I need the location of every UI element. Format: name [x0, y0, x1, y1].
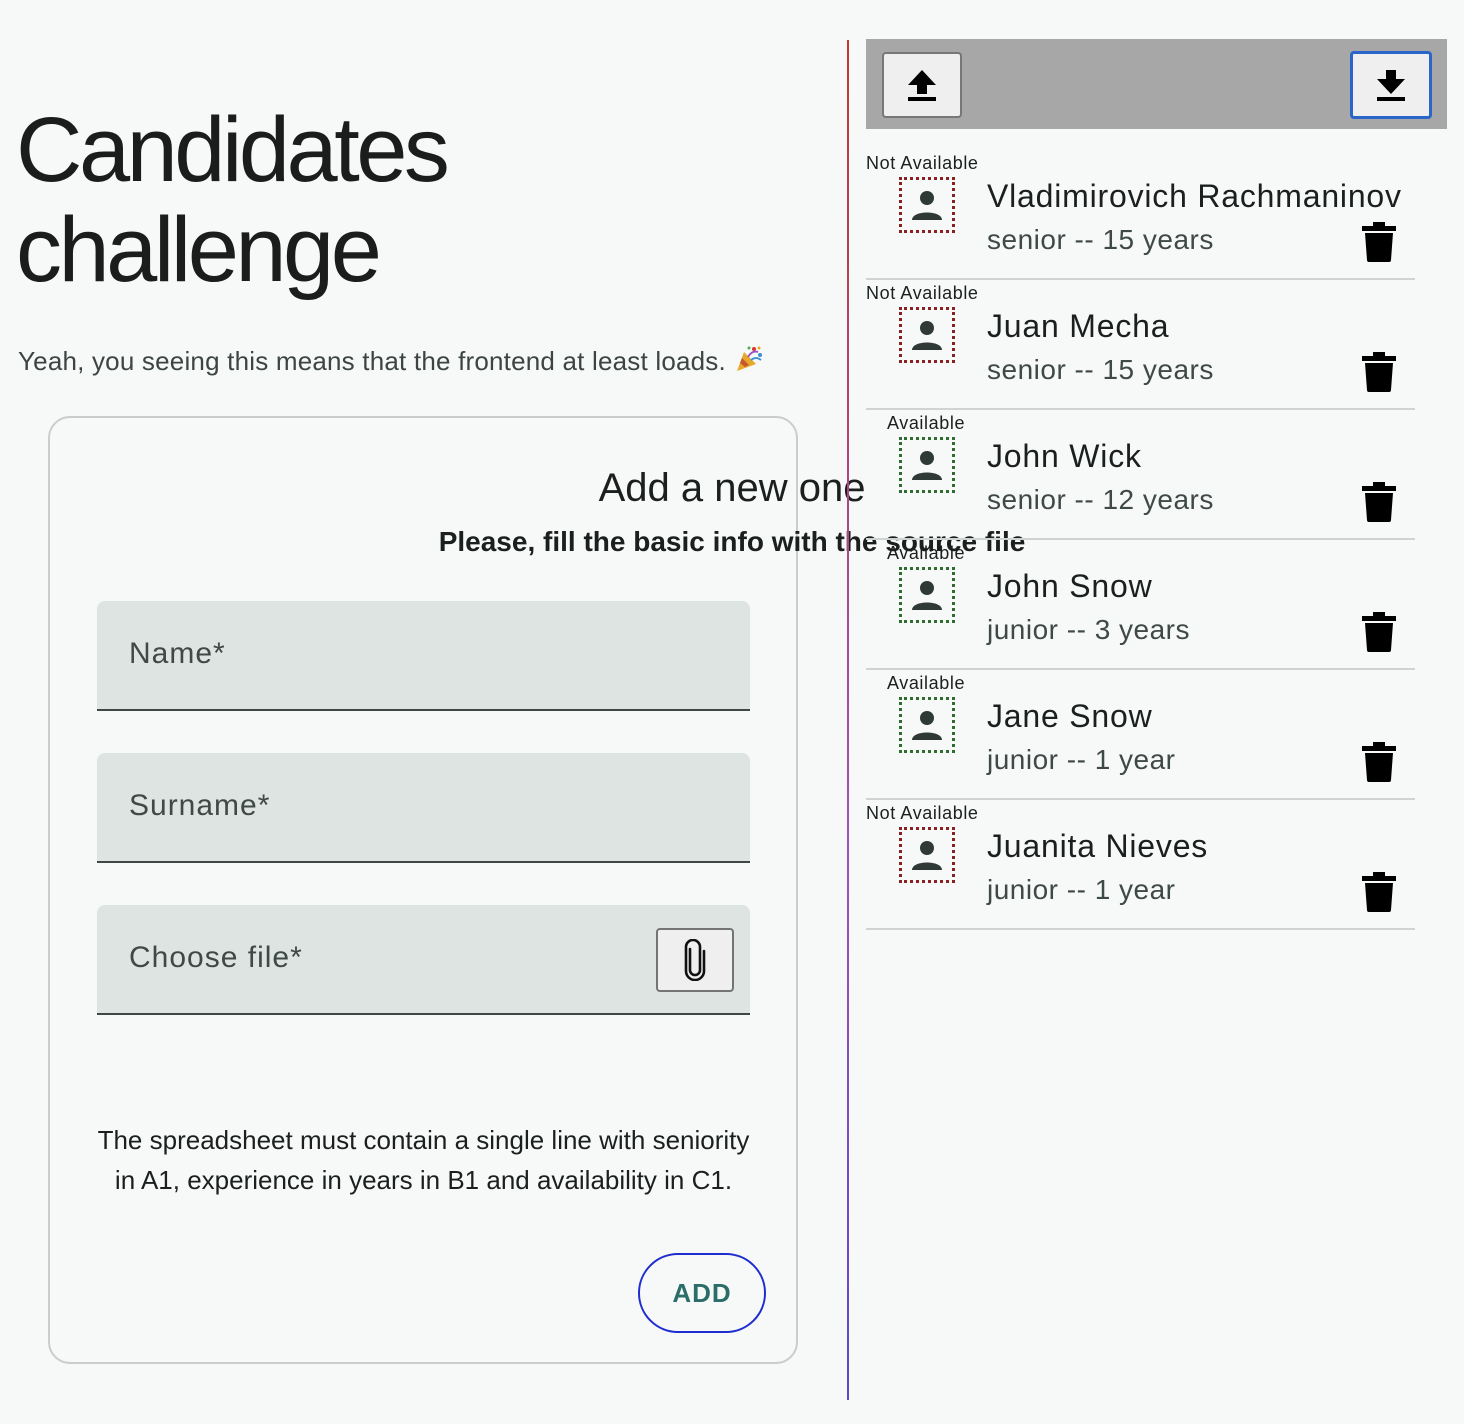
candidate-item: Not Available Juan Mecha senior -- 15 ye… [866, 280, 1415, 410]
attach-file-button[interactable] [656, 928, 734, 992]
upload-icon [908, 70, 936, 101]
page-subtitle: Yeah, you seeing this means that the fro… [18, 344, 764, 377]
candidate-name: Vladimirovich Rachmaninov [987, 178, 1402, 214]
candidate-item: Available John Wick senior -- 12 years [866, 410, 1415, 540]
person-icon [912, 451, 942, 480]
candidate-item: Available John Snow junior -- 3 years [866, 540, 1415, 670]
vertical-divider [847, 40, 849, 1400]
candidate-list: Not Available Vladimirovich Rachmaninov … [866, 150, 1415, 930]
availability-status: Available [886, 673, 966, 693]
page-title-line-1: Candidates [16, 99, 450, 201]
party-popper-icon [736, 346, 762, 371]
file-field-label: Choose file* [129, 941, 303, 974]
availability-status: Not Available [866, 283, 979, 303]
candidate-seniority: senior -- 15 years [987, 354, 1214, 385]
add-candidate-card [48, 416, 798, 1364]
person-icon [912, 581, 942, 610]
candidate-seniority: junior -- 1 year [987, 874, 1176, 905]
spreadsheet-note: The spreadsheet must contain a single li… [97, 1125, 750, 1195]
avatar [899, 177, 955, 233]
trash-icon[interactable] [1362, 482, 1396, 522]
availability-status: Available [886, 543, 966, 563]
name-field-label: Name* [129, 637, 226, 670]
page-title-line-2: challenge [16, 199, 382, 301]
page-subtitle-text: Yeah, you seeing this means that the fro… [18, 346, 726, 376]
availability-status: Not Available [866, 803, 979, 823]
avatar [899, 567, 955, 623]
upload-button[interactable] [882, 52, 962, 118]
candidate-name: Jane Snow [987, 698, 1153, 734]
candidate-item: Available Jane Snow junior -- 1 year [866, 670, 1415, 800]
candidate-seniority: senior -- 12 years [987, 484, 1214, 515]
candidate-item: Not Available Vladimirovich Rachmaninov … [866, 150, 1415, 280]
download-icon [1377, 70, 1405, 101]
add-button[interactable]: ADD [638, 1253, 766, 1333]
trash-icon[interactable] [1362, 742, 1396, 782]
person-icon [912, 711, 942, 740]
surname-field-label: Surname* [129, 789, 271, 822]
candidate-seniority: junior -- 3 years [987, 614, 1191, 645]
name-field[interactable]: Name* [97, 601, 750, 711]
trash-icon[interactable] [1362, 352, 1396, 392]
trash-icon[interactable] [1362, 222, 1396, 262]
paperclip-icon [684, 939, 706, 981]
person-icon [912, 841, 942, 870]
availability-status: Not Available [866, 153, 979, 173]
avatar [899, 437, 955, 493]
surname-field[interactable]: Surname* [97, 753, 750, 863]
file-field[interactable]: Choose file* [97, 905, 750, 1015]
trash-icon[interactable] [1362, 872, 1396, 912]
candidate-name: Juan Mecha [987, 308, 1170, 344]
candidate-name: Juanita Nieves [987, 828, 1209, 864]
avatar [899, 827, 955, 883]
candidate-name: John Wick [987, 438, 1142, 474]
candidates-toolbar [866, 39, 1447, 129]
page-title: Candidates challenge [16, 99, 450, 301]
candidate-seniority: senior -- 15 years [987, 224, 1214, 255]
availability-status: Available [886, 413, 966, 433]
candidate-seniority: junior -- 1 year [987, 744, 1176, 775]
person-icon [912, 321, 942, 350]
person-icon [912, 191, 942, 220]
download-button[interactable] [1350, 51, 1432, 119]
avatar [899, 697, 955, 753]
avatar [899, 307, 955, 363]
candidate-item: Not Available Juanita Nieves junior -- 1… [866, 800, 1415, 930]
candidate-name: John Snow [987, 568, 1153, 604]
trash-icon[interactable] [1362, 612, 1396, 652]
